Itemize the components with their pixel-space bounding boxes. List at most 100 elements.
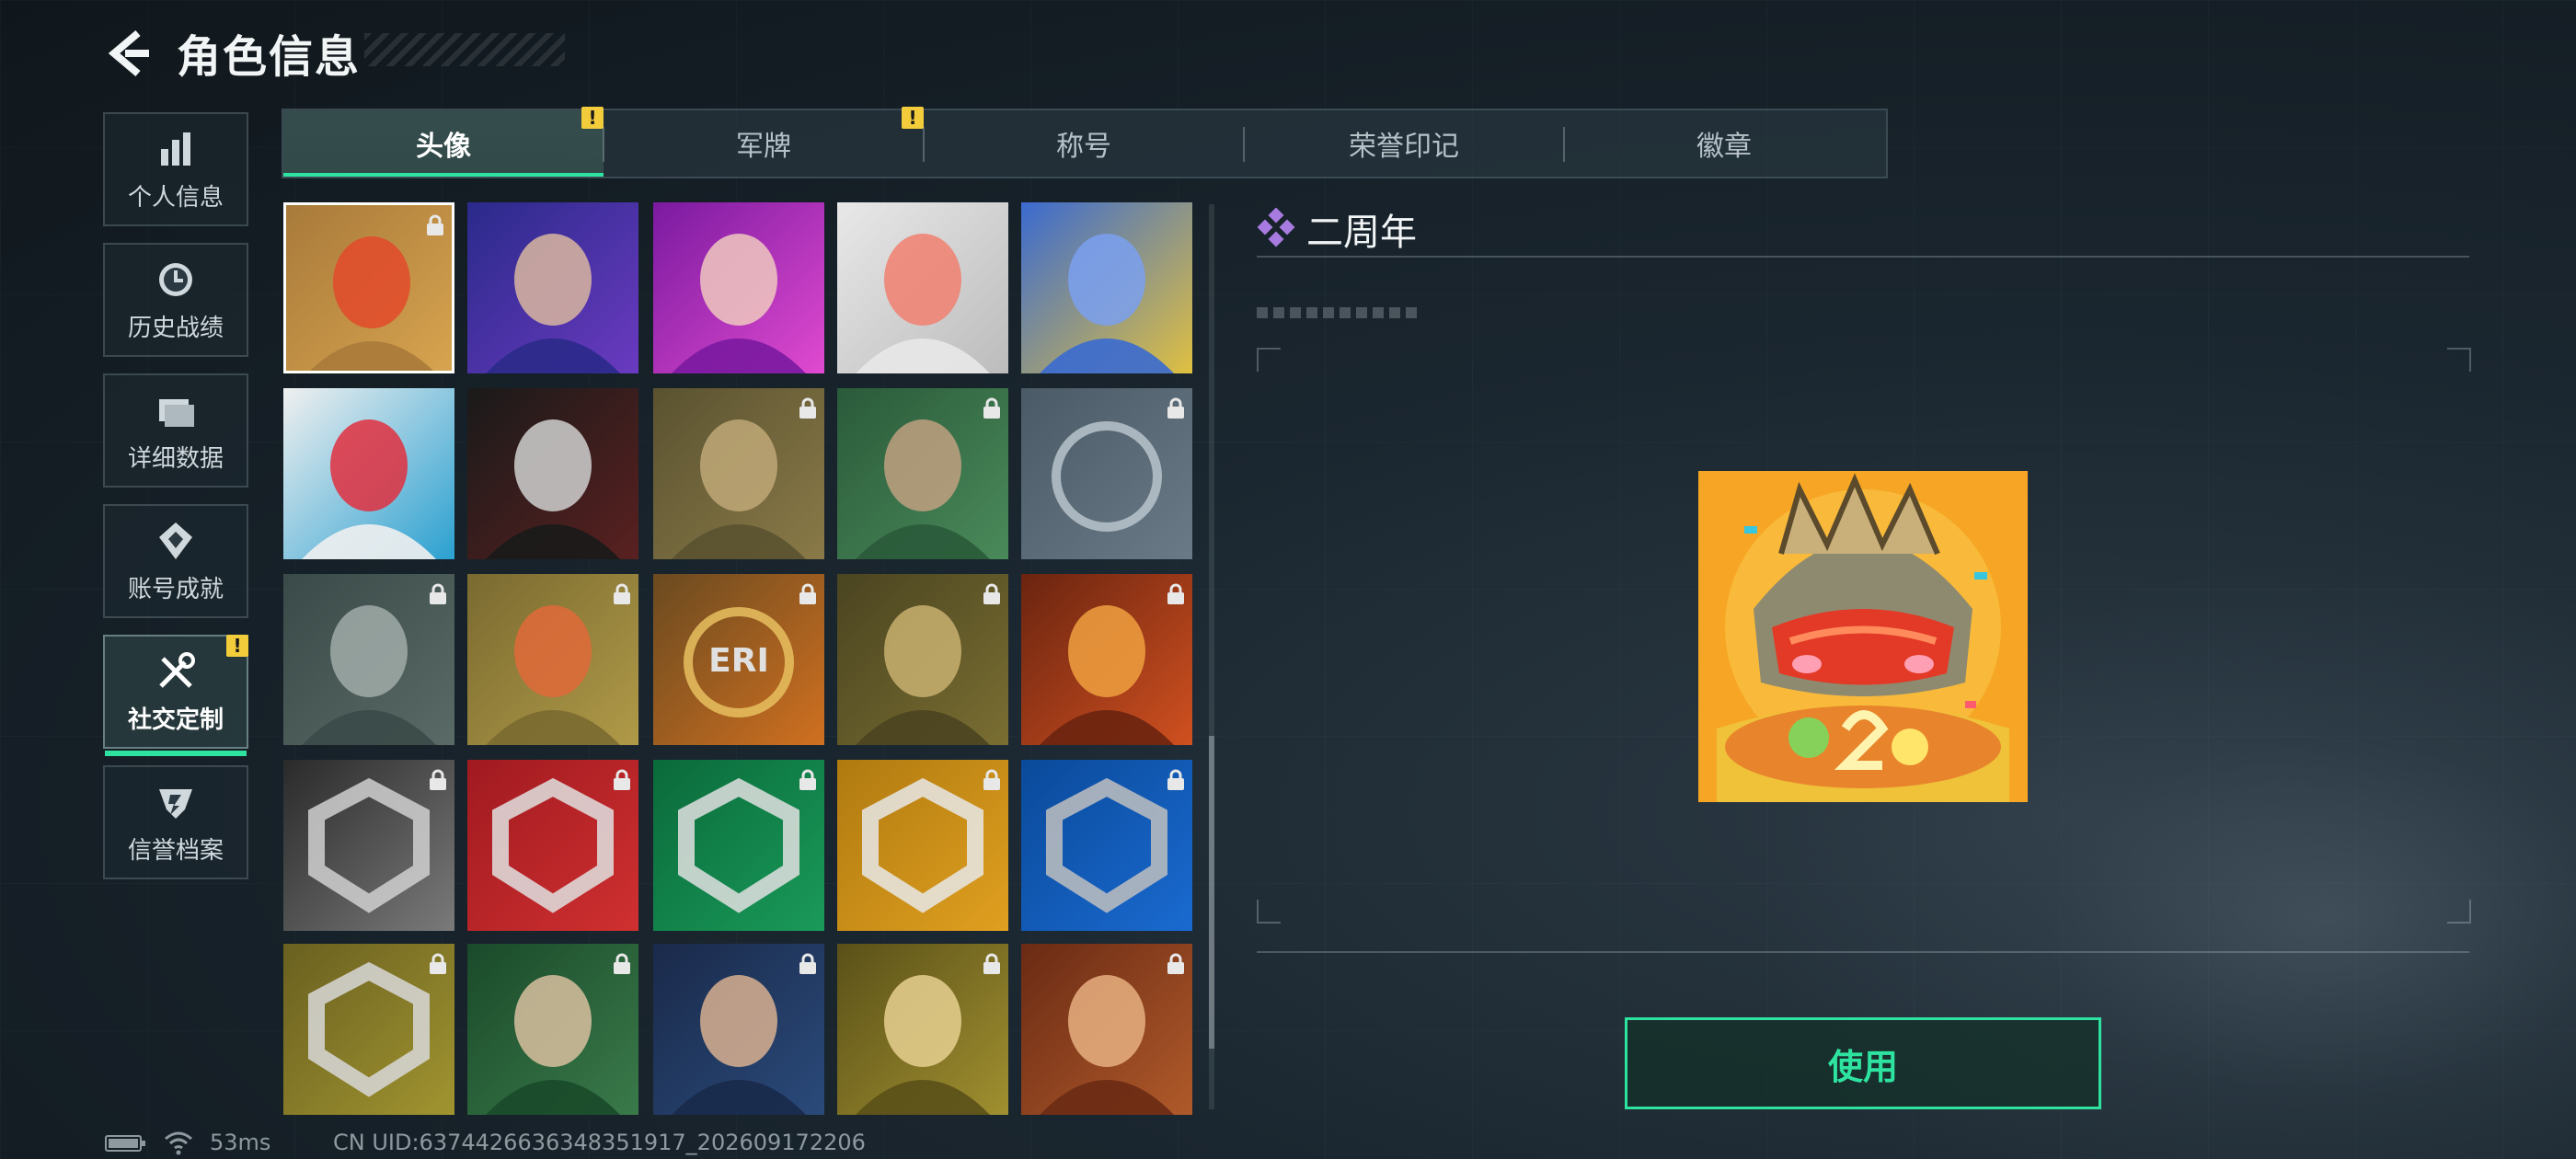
bar-chart-icon bbox=[161, 132, 190, 166]
sidebar-item-label: 社交定制 bbox=[127, 706, 224, 734]
page-title: 角色信息 bbox=[177, 31, 362, 83]
tab-divider bbox=[1243, 127, 1245, 162]
sidebar-item-5[interactable]: 社交定制! bbox=[103, 635, 248, 756]
avatar-tile-helmet-chibi-noodles[interactable] bbox=[467, 574, 638, 745]
avatar-tile-red-octopus-wave[interactable] bbox=[283, 388, 454, 559]
frame-corner bbox=[2447, 900, 2471, 924]
detail-divider-top bbox=[1257, 256, 2469, 258]
avatar-tile-glasses-soldier[interactable] bbox=[837, 574, 1008, 745]
detail-subtext bbox=[1257, 307, 1419, 318]
tab-2[interactable]: 军牌! bbox=[604, 107, 924, 177]
tab-1[interactable]: 头像! bbox=[283, 107, 604, 177]
alert-badge: ! bbox=[902, 107, 924, 129]
lock-icon bbox=[799, 769, 816, 790]
diamond-cluster-icon bbox=[1257, 208, 1295, 247]
back-arrow-icon bbox=[108, 29, 149, 77]
lock-icon bbox=[799, 583, 816, 604]
avatar-tile-orange-arrow-emblem[interactable] bbox=[837, 760, 1008, 931]
avatar-tile-blue-male-operator[interactable] bbox=[653, 944, 824, 1115]
lock-icon bbox=[614, 953, 630, 974]
avatar-tile-bald-soldier-headset[interactable] bbox=[653, 388, 824, 559]
battery-icon bbox=[105, 1135, 145, 1152]
tab-label: 称号 bbox=[1056, 131, 1111, 163]
achievement-icon bbox=[159, 522, 192, 559]
avatar-tile-chibi-soldier-headset[interactable] bbox=[837, 202, 1008, 373]
sidebar-item-1[interactable]: 个人信息 bbox=[103, 112, 248, 226]
lock-icon bbox=[1167, 953, 1184, 974]
ping-text: 53ms bbox=[210, 1130, 271, 1155]
tab-3[interactable]: 称号 bbox=[924, 110, 1244, 177]
lock-icon bbox=[430, 953, 446, 974]
lock-icon bbox=[983, 583, 1000, 604]
title-decoration bbox=[364, 33, 565, 66]
frame-corner bbox=[1257, 900, 1281, 924]
avatar-tile-eri-globe-emblem[interactable]: ERI bbox=[653, 574, 824, 745]
alert-badge: ! bbox=[581, 107, 604, 129]
avatar-tile-green-female-operator[interactable] bbox=[467, 944, 638, 1115]
history-clock-icon bbox=[159, 262, 192, 296]
lock-icon bbox=[983, 397, 1000, 419]
detail-title: 二周年 bbox=[1306, 212, 1417, 254]
avatar-image bbox=[467, 202, 638, 373]
avatar-tile-pistol-soldier[interactable] bbox=[283, 760, 454, 931]
lock-icon bbox=[799, 397, 816, 419]
lock-icon bbox=[1167, 397, 1184, 419]
avatar-tile-bearded-operator-headset[interactable] bbox=[837, 388, 1008, 559]
tools-icon bbox=[159, 651, 195, 688]
avatar-tile-red-shield-emblem[interactable] bbox=[467, 760, 638, 931]
avatar-image bbox=[837, 202, 1008, 373]
tab-divider bbox=[923, 127, 925, 162]
avatar-tile-blue-hexagon-emblem[interactable] bbox=[1021, 760, 1192, 931]
sidebar-item-label: 个人信息 bbox=[127, 183, 224, 212]
lock-icon bbox=[1167, 769, 1184, 790]
active-indicator bbox=[105, 751, 247, 756]
frame-corner bbox=[1257, 348, 1281, 372]
back-button[interactable] bbox=[103, 28, 155, 79]
avatar-tile-star-gear-emblem[interactable] bbox=[1021, 388, 1192, 559]
tab-divider bbox=[603, 127, 604, 162]
wifi-icon bbox=[165, 1131, 192, 1155]
avatar-tile-yellow-blonde-operator[interactable] bbox=[837, 944, 1008, 1115]
avatar-tile-helicopter-landscape[interactable] bbox=[283, 574, 454, 745]
lock-icon bbox=[799, 953, 816, 974]
avatar-tile-yellow-diamond-emblem[interactable] bbox=[283, 944, 454, 1115]
avatar-tile-woman-goggles-pink[interactable] bbox=[653, 202, 824, 373]
avatar-tile-masked-puppet[interactable] bbox=[467, 388, 638, 559]
reputation-shield-icon bbox=[159, 788, 192, 819]
avatar-preview-image bbox=[1698, 471, 2028, 802]
avatar-image bbox=[283, 388, 454, 559]
lock-icon bbox=[614, 583, 630, 604]
avatar-image bbox=[1021, 202, 1192, 373]
grid-scrollbar-thumb[interactable] bbox=[1209, 736, 1214, 1049]
use-button[interactable]: 使用 bbox=[1625, 1017, 2101, 1109]
alert-badge: ! bbox=[226, 635, 248, 657]
lock-icon bbox=[983, 953, 1000, 974]
avatar-tile-red-haired-operator[interactable] bbox=[1021, 944, 1192, 1115]
sidebar-item-3[interactable]: 详细数据 bbox=[103, 373, 248, 488]
avatar-tile-green-cross-emblem[interactable] bbox=[653, 760, 824, 931]
avatar-tile-golden-helmet-chibi[interactable] bbox=[1021, 202, 1192, 373]
avatar-tile-man-glasses-purple[interactable] bbox=[467, 202, 638, 373]
frame-corner bbox=[2447, 348, 2471, 372]
tab-label: 军牌 bbox=[736, 131, 791, 163]
tab-5[interactable]: 徽章 bbox=[1564, 110, 1884, 177]
sidebar-item-6[interactable]: 信誉档案 bbox=[103, 765, 248, 879]
sidebar-item-2[interactable]: 历史战绩 bbox=[103, 243, 248, 357]
lock-icon bbox=[430, 583, 446, 604]
tab-label: 头像 bbox=[416, 131, 471, 163]
avatar-image bbox=[467, 388, 638, 559]
sidebar-item-label: 信誉档案 bbox=[127, 836, 224, 865]
uid-text: CN UID:6374426636348351917_202609172206 bbox=[333, 1130, 866, 1155]
folder-icon bbox=[159, 398, 194, 427]
tab-bar: 头像! 军牌! 称号 荣誉印记 徽章 bbox=[282, 107, 1888, 178]
avatar-tile-twin-anniversary-helmet[interactable] bbox=[283, 202, 454, 373]
lock-icon bbox=[430, 769, 446, 790]
lock-icon bbox=[427, 214, 443, 235]
sidebar-item-4[interactable]: 账号成就 bbox=[103, 504, 248, 618]
sidebar-item-label: 详细数据 bbox=[127, 444, 224, 473]
avatar-emblem-text: ERI bbox=[708, 642, 769, 680]
lock-icon bbox=[983, 769, 1000, 790]
sidebar-item-label: 账号成就 bbox=[127, 575, 224, 603]
tab-4[interactable]: 荣誉印记 bbox=[1244, 110, 1564, 177]
avatar-tile-explosion-scene[interactable] bbox=[1021, 574, 1192, 745]
